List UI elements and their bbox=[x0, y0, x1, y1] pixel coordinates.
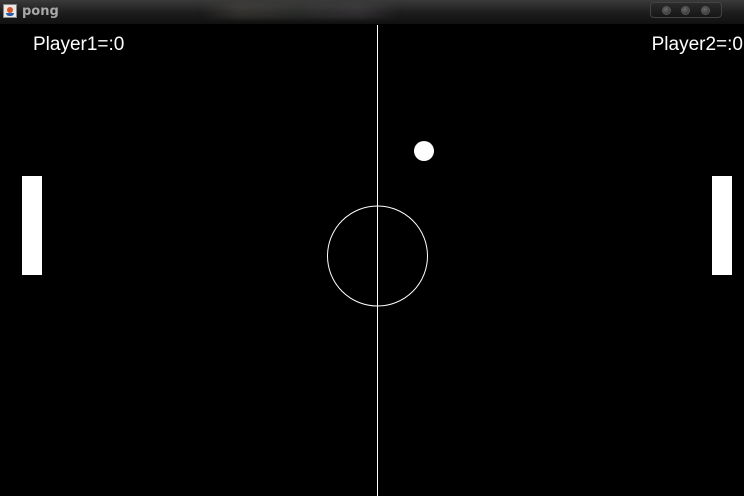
right-paddle bbox=[712, 176, 732, 275]
player1-score: Player1=:0 bbox=[33, 34, 125, 55]
java-cup-icon bbox=[3, 4, 17, 18]
ball bbox=[414, 141, 434, 161]
pong-window: pong Player1=:0 Player2=:0 bbox=[0, 0, 744, 496]
left-paddle bbox=[22, 176, 42, 275]
window-title: pong bbox=[22, 4, 59, 19]
court-canvas bbox=[22, 25, 732, 496]
game-field[interactable]: Player1=:0 Player2=:0 bbox=[0, 25, 744, 496]
blurred-taskbar-strip bbox=[200, 3, 400, 19]
minimize-button[interactable] bbox=[662, 5, 672, 15]
window-controls bbox=[650, 2, 722, 18]
title-bar[interactable]: pong bbox=[0, 0, 744, 25]
close-button[interactable] bbox=[700, 5, 710, 15]
maximize-button[interactable] bbox=[681, 5, 691, 15]
player2-score: Player2=:0 bbox=[651, 34, 743, 55]
